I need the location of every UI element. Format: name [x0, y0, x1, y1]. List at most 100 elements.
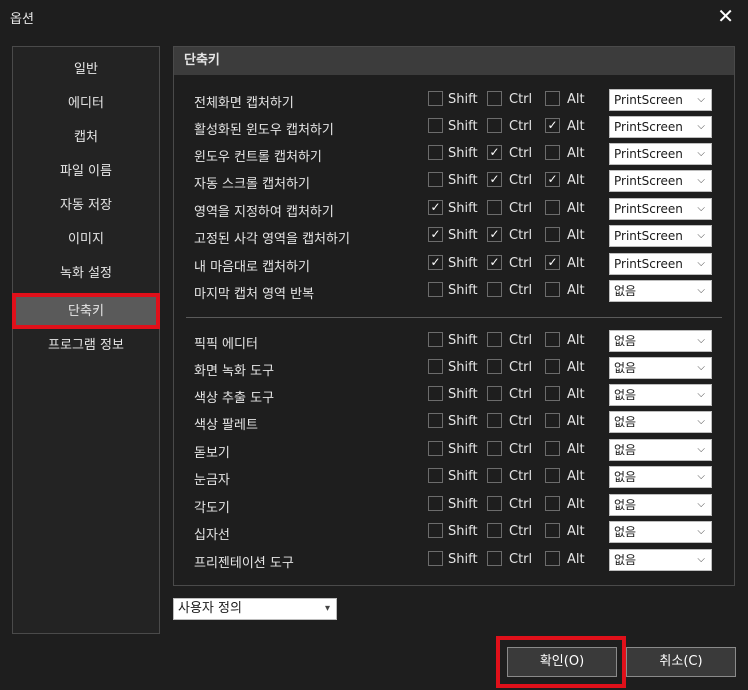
key-dropdown[interactable]: 없음 ⌵ — [609, 357, 712, 379]
alt-checkbox[interactable] — [545, 91, 560, 106]
key-dropdown[interactable]: 없음 ⌵ — [609, 330, 712, 352]
sidebar-item[interactable]: 캡처 — [13, 123, 159, 153]
sidebar-item[interactable]: 파일 이름 — [13, 157, 159, 187]
ctrl-checkbox[interactable] — [487, 523, 502, 538]
ctrl-checkbox[interactable] — [487, 413, 502, 428]
cancel-button[interactable]: 취소(C) — [626, 647, 736, 677]
ctrl-checkbox[interactable] — [487, 282, 502, 297]
ctrl-label: Ctrl — [509, 387, 533, 402]
alt-checkbox[interactable] — [545, 413, 560, 428]
sidebar-item[interactable]: 에디터 — [13, 89, 159, 119]
shift-label: Shift — [448, 119, 478, 134]
ctrl-checkbox[interactable] — [487, 359, 502, 374]
key-dropdown[interactable]: PrintScreen ⌵ — [609, 170, 712, 192]
key-value: PrintScreen — [614, 174, 683, 188]
ctrl-checkbox[interactable] — [487, 91, 502, 106]
ctrl-checkbox[interactable] — [487, 468, 502, 483]
ctrl-checkbox[interactable] — [487, 118, 502, 133]
chevron-down-icon: ⌵ — [697, 148, 705, 159]
key-dropdown[interactable]: PrintScreen ⌵ — [609, 198, 712, 220]
ctrl-label: Ctrl — [509, 173, 533, 188]
chevron-down-icon: ⌵ — [697, 471, 705, 482]
sidebar-item[interactable]: 녹화 설정 — [13, 259, 159, 289]
ctrl-checkbox[interactable] — [487, 200, 502, 215]
alt-checkbox[interactable] — [545, 145, 560, 160]
key-dropdown[interactable]: 없음 ⌵ — [609, 384, 712, 406]
alt-checkbox[interactable] — [545, 332, 560, 347]
key-value: PrintScreen — [614, 93, 683, 107]
hotkey-row: 색상 추출 도구 Shift Ctrl Alt 없음 ⌵ — [174, 383, 734, 409]
shift-checkbox[interactable] — [428, 332, 443, 347]
shift-checkbox[interactable] — [428, 496, 443, 511]
ctrl-checkbox[interactable] — [487, 386, 502, 401]
shift-checkbox[interactable] — [428, 523, 443, 538]
key-dropdown[interactable]: 없음 ⌵ — [609, 280, 712, 302]
preset-dropdown[interactable]: 사용자 정의 ▾ — [173, 598, 337, 620]
alt-checkbox[interactable]: ✓ — [545, 255, 560, 270]
ctrl-checkbox[interactable]: ✓ — [487, 172, 502, 187]
alt-label: Alt — [567, 387, 585, 402]
ctrl-checkbox[interactable] — [487, 551, 502, 566]
ctrl-checkbox[interactable] — [487, 496, 502, 511]
shift-checkbox[interactable] — [428, 468, 443, 483]
shift-checkbox[interactable]: ✓ — [428, 227, 443, 242]
key-value: 없음 — [614, 470, 637, 484]
shift-checkbox[interactable] — [428, 359, 443, 374]
key-dropdown[interactable]: PrintScreen ⌵ — [609, 143, 712, 165]
alt-checkbox[interactable] — [545, 359, 560, 374]
ctrl-checkbox[interactable]: ✓ — [487, 145, 502, 160]
shift-checkbox[interactable] — [428, 282, 443, 297]
sidebar-item[interactable]: 단축키 — [13, 297, 159, 327]
hotkey-label: 마지막 캡처 영역 반복 — [194, 287, 315, 302]
alt-checkbox[interactable] — [545, 523, 560, 538]
alt-checkbox[interactable] — [545, 551, 560, 566]
shift-label: Shift — [448, 387, 478, 402]
alt-checkbox[interactable] — [545, 468, 560, 483]
ctrl-checkbox[interactable] — [487, 441, 502, 456]
ctrl-label: Ctrl — [509, 119, 533, 134]
alt-checkbox[interactable] — [545, 282, 560, 297]
alt-checkbox[interactable] — [545, 227, 560, 242]
shift-checkbox[interactable] — [428, 118, 443, 133]
shift-checkbox[interactable] — [428, 91, 443, 106]
key-dropdown[interactable]: PrintScreen ⌵ — [609, 225, 712, 247]
ctrl-checkbox[interactable]: ✓ — [487, 227, 502, 242]
shift-label: Shift — [448, 283, 478, 298]
sidebar-item[interactable]: 자동 저장 — [13, 191, 159, 221]
alt-checkbox[interactable]: ✓ — [545, 172, 560, 187]
key-dropdown[interactable]: 없음 ⌵ — [609, 411, 712, 433]
key-dropdown[interactable]: 없음 ⌵ — [609, 521, 712, 543]
alt-checkbox[interactable]: ✓ — [545, 118, 560, 133]
ctrl-label: Ctrl — [509, 201, 533, 216]
shift-checkbox[interactable] — [428, 145, 443, 160]
alt-checkbox[interactable] — [545, 496, 560, 511]
close-icon[interactable]: ✕ — [717, 4, 734, 28]
shift-checkbox[interactable] — [428, 386, 443, 401]
shift-checkbox[interactable] — [428, 413, 443, 428]
sidebar-item[interactable]: 이미지 — [13, 225, 159, 255]
sidebar-item[interactable]: 프로그램 정보 — [13, 331, 159, 361]
shift-checkbox[interactable]: ✓ — [428, 200, 443, 215]
shift-checkbox[interactable]: ✓ — [428, 255, 443, 270]
key-dropdown[interactable]: PrintScreen ⌵ — [609, 89, 712, 111]
key-dropdown[interactable]: 없음 ⌵ — [609, 466, 712, 488]
alt-checkbox[interactable] — [545, 200, 560, 215]
ok-button[interactable]: 확인(O) — [507, 647, 617, 677]
shift-checkbox[interactable] — [428, 172, 443, 187]
shift-checkbox[interactable] — [428, 551, 443, 566]
sidebar-item[interactable]: 일반 — [13, 55, 159, 85]
key-dropdown[interactable]: 없음 ⌵ — [609, 439, 712, 461]
alt-checkbox[interactable] — [545, 386, 560, 401]
key-dropdown[interactable]: PrintScreen ⌵ — [609, 116, 712, 138]
shift-checkbox[interactable] — [428, 441, 443, 456]
ctrl-checkbox[interactable]: ✓ — [487, 255, 502, 270]
hotkey-label: 프리젠테이션 도구 — [194, 556, 294, 571]
key-dropdown[interactable]: PrintScreen ⌵ — [609, 253, 712, 275]
alt-label: Alt — [567, 333, 585, 348]
ctrl-label: Ctrl — [509, 524, 533, 539]
ctrl-checkbox[interactable] — [487, 332, 502, 347]
key-dropdown[interactable]: 없음 ⌵ — [609, 549, 712, 571]
alt-label: Alt — [567, 442, 585, 457]
key-dropdown[interactable]: 없음 ⌵ — [609, 494, 712, 516]
alt-checkbox[interactable] — [545, 441, 560, 456]
